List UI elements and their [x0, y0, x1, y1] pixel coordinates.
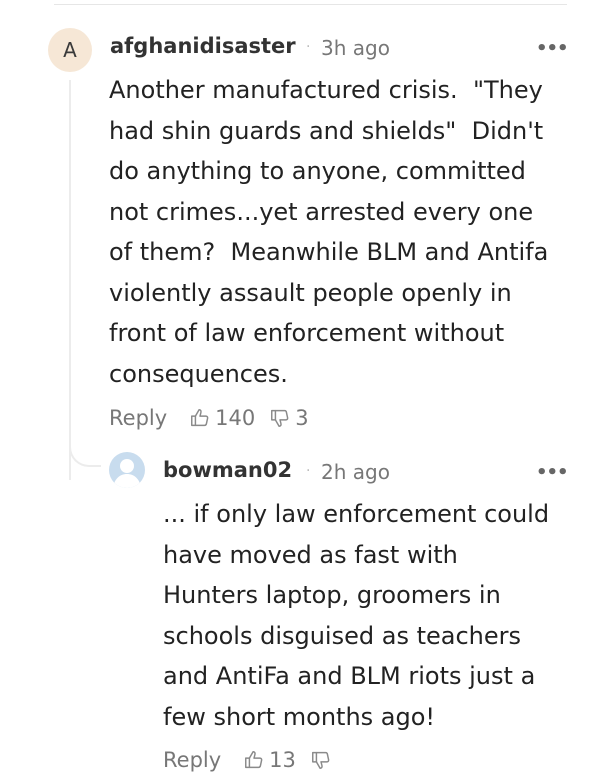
comment-line: do anything to anyone, committed	[109, 157, 526, 185]
thumbs-down-icon[interactable]	[269, 407, 291, 429]
avatar-letter: A	[63, 38, 77, 62]
reply-line: ... if only law enforcement could	[163, 500, 550, 528]
top-divider	[54, 4, 567, 5]
thumbs-up-icon[interactable]	[189, 407, 211, 429]
reply-line: have moved as fast with	[163, 540, 458, 569]
comment-line: of them? Meanwhile BLM and Antifa	[109, 238, 549, 266]
reply-line: few short months ago!	[163, 702, 436, 731]
like-count: 13	[269, 748, 296, 772]
comment-author[interactable]: afghanidisaster	[110, 34, 296, 58]
reply-actions: Reply 13	[163, 748, 350, 772]
comment-line: consequences.	[109, 359, 288, 388]
comment-line: violently assault people openly in	[109, 278, 512, 307]
avatar[interactable]	[109, 452, 145, 488]
user-icon	[113, 459, 141, 488]
comment-line: front of law enforcement without	[109, 319, 505, 347]
reply-line: and AntiFa and BLM riots just a	[163, 662, 536, 690]
reply-author[interactable]: bowman02	[163, 458, 292, 482]
like-count: 140	[215, 406, 256, 430]
reply-line: Hunters laptop, groomers in	[163, 581, 501, 609]
comment-actions: Reply 140 3	[109, 406, 323, 430]
meta-separator: ·	[306, 39, 311, 55]
reply-button[interactable]: Reply	[109, 406, 167, 430]
comment-line: Another manufactured crisis. "They	[109, 76, 543, 104]
dislike-count: 3	[295, 406, 309, 430]
meta-separator: ·	[306, 463, 311, 479]
more-options-icon[interactable]: •••	[536, 462, 569, 483]
thread-line	[69, 80, 71, 480]
comment-line: not crimes...yet arrested every one	[109, 197, 534, 226]
reply-button[interactable]: Reply	[163, 748, 221, 772]
comment-time: 3h ago	[321, 36, 390, 60]
more-options-icon[interactable]: •••	[536, 38, 569, 59]
reply-connector	[69, 440, 101, 467]
comment-line: had shin guards and shields" Didn't	[109, 116, 544, 145]
reply-line: schools disguised as teachers	[163, 621, 521, 650]
reply-time: 2h ago	[321, 460, 390, 484]
avatar[interactable]: A	[48, 28, 92, 72]
